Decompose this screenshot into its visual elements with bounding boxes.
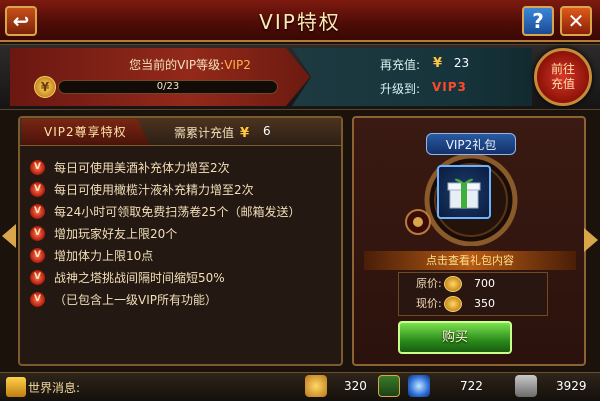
original-price-label: 原价: <box>416 277 442 290</box>
current-level-value: VIP2 <box>224 58 251 72</box>
v-badge-icon: V <box>30 204 45 219</box>
gift-title: VIP2礼包 <box>426 133 516 155</box>
v-badge-icon: V <box>30 248 45 263</box>
v-badge-icon: V <box>30 160 45 175</box>
gold-coin-icon <box>444 276 462 292</box>
goto-recharge-line2: 充值 <box>550 77 575 91</box>
benefit-item: V （已包含上一级VIP所有功能） <box>30 290 335 310</box>
crystal-amount: 722 <box>460 379 483 393</box>
recharge-amount: ¥ 23 <box>433 56 469 71</box>
help-icon: ? <box>532 9 544 33</box>
v-badge-icon: V <box>30 182 45 197</box>
original-price-row: 原价: 700 <box>416 274 536 294</box>
crystal-icon <box>408 375 430 397</box>
required-yuan-icon: ¥ <box>240 126 250 141</box>
current-level-prefix: 您当前的VIP等级: <box>129 58 225 72</box>
goto-recharge-button[interactable]: 前往 充值 <box>534 48 592 106</box>
required-recharge-value: 6 <box>263 124 271 138</box>
bottom-bar <box>0 372 600 401</box>
required-recharge-label: 需累计充值 <box>174 126 235 140</box>
benefit-item: V 每24小时可领取免费扫荡卷25个（邮箱发送） <box>30 202 335 222</box>
v-badge-icon: V <box>30 270 45 285</box>
upgrade-label: 升级到: <box>380 82 421 96</box>
benefit-item: V 增加玩家好友上限20个 <box>30 224 335 244</box>
benefit-item: V 每日可使用橄榄汁液补充精力增至2次 <box>30 180 335 200</box>
view-gift-contents-link[interactable]: 点击查看礼包内容 <box>364 251 576 270</box>
previous-level-arrow-icon[interactable] <box>2 224 16 248</box>
buy-button[interactable]: 购买 <box>398 321 512 354</box>
combat-power-icon <box>515 375 537 397</box>
vip-privileges-tab: VIP2尊享特权 <box>22 119 150 145</box>
recharge-label: 再充值: <box>380 58 421 72</box>
close-button[interactable]: ✕ <box>560 6 592 36</box>
world-message-label[interactable]: 世界消息: <box>28 379 80 396</box>
combat-power-value: 3929 <box>556 379 587 393</box>
gold-amount: 320 <box>344 379 367 393</box>
back-button[interactable]: ↩ <box>5 6 37 36</box>
gold-icon <box>305 375 327 397</box>
add-resource-icon[interactable] <box>378 375 400 397</box>
gift-box-icon[interactable] <box>437 165 491 219</box>
next-level-arrow-icon[interactable] <box>584 228 598 252</box>
current-price-label: 现价: <box>416 297 442 310</box>
help-button[interactable]: ? <box>522 6 554 36</box>
current-price-value: 350 <box>474 297 495 310</box>
current-price-row: 现价: 350 <box>416 294 536 314</box>
benefit-item: V 增加体力上限10点 <box>30 246 335 266</box>
recharge-value: 23 <box>453 56 470 70</box>
benefit-item: V 每日可使用美酒补充体力增至2次 <box>30 158 335 178</box>
original-price-value: 700 <box>474 277 495 290</box>
vip-progress-text: 0/23 <box>156 81 180 92</box>
v-badge-icon: V <box>30 226 45 241</box>
goto-recharge-line1: 前往 <box>550 62 575 76</box>
close-icon: ✕ <box>567 9 585 33</box>
yuan-icon: ¥ <box>433 56 443 71</box>
yuan-coin-icon: ¥ <box>34 76 56 98</box>
current-level-text: 您当前的VIP等级:VIP2 <box>70 56 310 73</box>
upgrade-target: VIP3 <box>432 80 467 94</box>
gold-coin-icon <box>444 296 462 312</box>
benefit-item: V 战神之塔挑战间隔时间缩短50% <box>30 268 335 288</box>
gift-icon <box>447 178 481 209</box>
v-badge-icon: V <box>30 292 45 307</box>
page-title: VIP特权 <box>259 10 341 34</box>
world-chat-icon[interactable] <box>6 377 26 397</box>
back-icon: ↩ <box>12 9 30 33</box>
